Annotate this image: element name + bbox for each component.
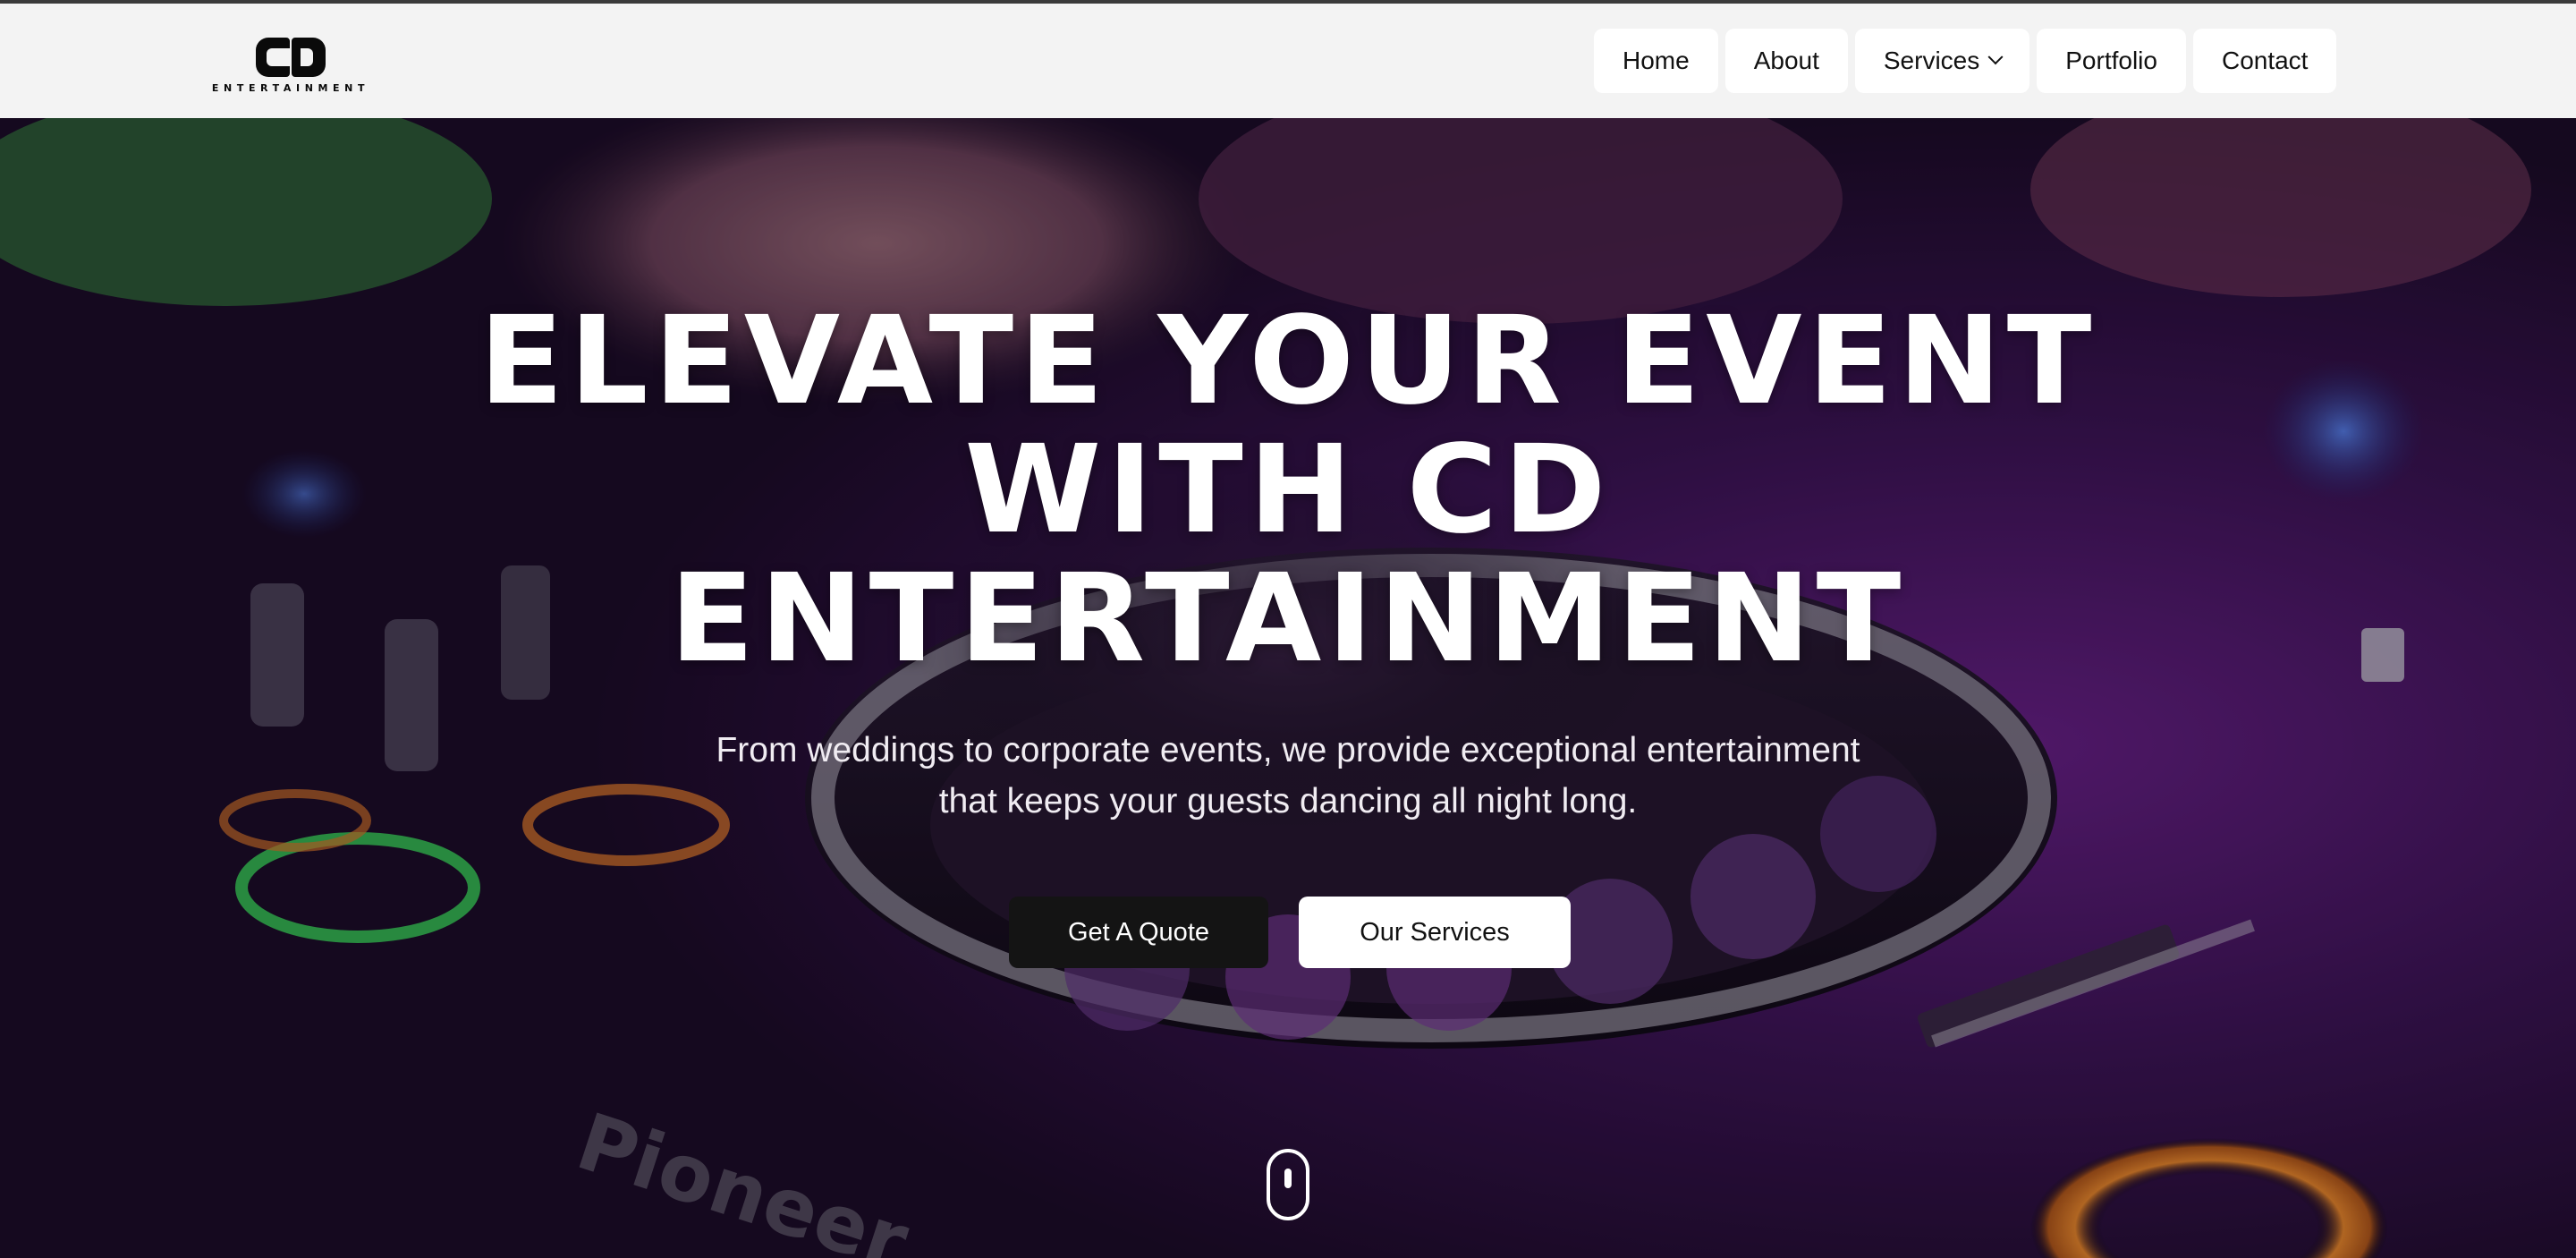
nav-home-label: Home — [1623, 47, 1690, 74]
logo-subtitle: ENTERTAINMENT — [211, 82, 370, 94]
logo-letter-c — [256, 38, 290, 77]
chevron-down-icon — [1987, 49, 2004, 65]
brand-logo[interactable]: ENTERTAINMENT — [209, 32, 372, 97]
hero-subtitle: From weddings to corporate events, we pr… — [662, 725, 1914, 827]
hero-section: Pioneer ELEVATE YOUR EVENT WITH CD ENTER… — [0, 118, 2576, 1258]
our-services-button[interactable]: Our Services — [1299, 897, 1571, 968]
nav-about-label: About — [1753, 47, 1819, 74]
hero-title-line3: ENTERTAINMENT — [669, 548, 1907, 690]
page: ENTERTAINMENT Home About Services Portfo… — [0, 0, 2576, 1258]
logo-mark — [256, 38, 326, 77]
hero-title-line2: WITH CD — [964, 420, 1612, 561]
nav-home[interactable]: Home — [1594, 29, 1718, 93]
nav-about[interactable]: About — [1724, 29, 1848, 93]
nav-contact-label: Contact — [2221, 47, 2309, 74]
nav-services-dropdown[interactable]: Services — [1854, 29, 2030, 93]
main-nav: Home About Services Portfolio Contact — [1594, 29, 2337, 97]
get-a-quote-button[interactable]: Get A Quote — [1009, 897, 1268, 968]
hero-subtitle-line1: From weddings to corporate events, we pr… — [716, 731, 1860, 769]
scroll-wheel — [1284, 1169, 1292, 1188]
logo-letter-d — [292, 38, 326, 77]
hero-cta-group: Get A Quote Our Services — [1009, 897, 1571, 968]
hero-subtitle-line2: that keeps your guests dancing all night… — [938, 782, 1638, 820]
nav-services-label: Services — [1883, 47, 1980, 74]
hero-title: ELEVATE YOUR EVENT WITH CD ENTERTAINMENT — [376, 297, 2200, 684]
nav-portfolio-label: Portfolio — [2065, 47, 2157, 74]
nav-portfolio[interactable]: Portfolio — [2037, 29, 2186, 93]
hero-title-line1: ELEVATE YOUR EVENT — [479, 291, 2097, 432]
navbar: ENTERTAINMENT Home About Services Portfo… — [0, 4, 2576, 118]
nav-contact[interactable]: Contact — [2192, 29, 2337, 93]
mouse-scroll-icon[interactable] — [1267, 1149, 1309, 1220]
